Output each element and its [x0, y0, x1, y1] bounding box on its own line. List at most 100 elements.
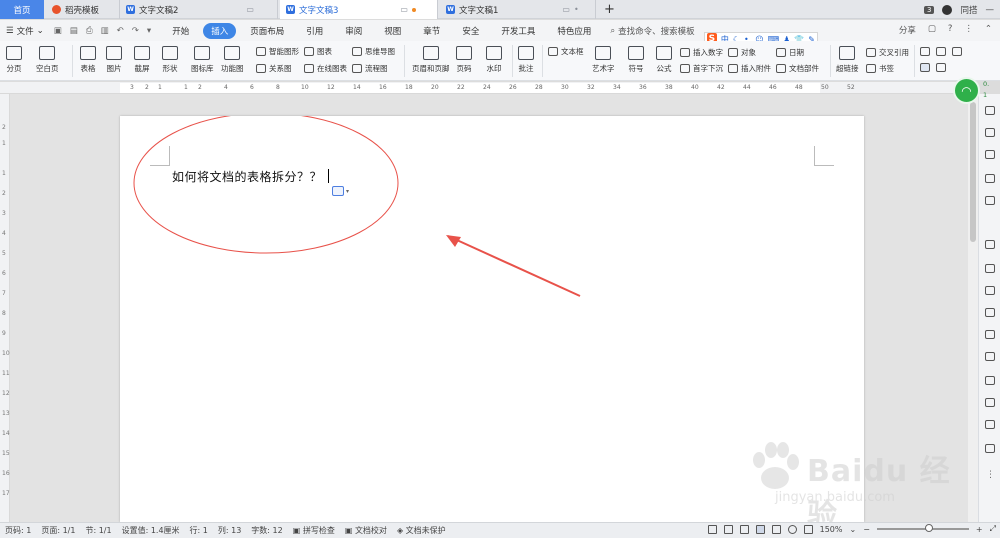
blank-page-button[interactable]: 空白页 [36, 46, 59, 74]
bar-chart-icon[interactable] [985, 240, 995, 249]
undo-icon[interactable]: ↶ [117, 26, 124, 36]
vertical-ruler[interactable]: 2 1 1 2 3 4 5 6 7 8 9 10 11 12 13 14 15 … [0, 94, 10, 522]
formula-button[interactable]: 公式 [656, 46, 672, 74]
icon-library-button[interactable]: 图标库 [191, 46, 214, 74]
cursor-icon[interactable] [985, 128, 995, 137]
view-mode-icon[interactable] [936, 47, 946, 56]
slides-icon[interactable] [985, 264, 995, 273]
crossref-button[interactable]: 交叉引用 [866, 47, 909, 58]
print-icon[interactable]: ⎙ [86, 26, 93, 36]
textbox-button[interactable]: 文本框 [548, 46, 584, 57]
scrollbar-thumb[interactable] [970, 102, 976, 242]
help-icon[interactable] [985, 444, 995, 453]
menu-tab-chapter[interactable]: 章节 [415, 23, 448, 39]
doc-parts-button[interactable]: 文档部件 [776, 63, 819, 74]
menu-tab-home[interactable]: 开始 [164, 23, 197, 39]
web-view-icon[interactable] [787, 524, 797, 534]
online-chart-button[interactable]: 在线图表 [304, 63, 347, 74]
write-view-icon[interactable] [803, 524, 813, 534]
outline-view-icon[interactable] [723, 524, 733, 534]
tab-docer[interactable]: 稻壳模板 [46, 0, 120, 19]
menu-tab-developer[interactable]: 开发工具 [493, 23, 543, 39]
status-section[interactable]: 节: 1/1 [80, 525, 116, 536]
dropcap-button[interactable]: 首字下沉 [680, 63, 723, 74]
user-name[interactable]: 同搭 [960, 4, 977, 16]
tab-doc2[interactable]: W 文字文稿2 ▭ [120, 0, 278, 19]
insert-number-button[interactable]: 插入数字 [680, 47, 723, 58]
menu-tab-review[interactable]: 审阅 [337, 23, 370, 39]
flowchart-button[interactable]: 流程图 [352, 63, 388, 74]
status-column[interactable]: 列: 13 [213, 525, 246, 536]
page-view-icon[interactable] [755, 524, 765, 534]
zoom-slider[interactable] [876, 524, 969, 532]
menu-tab-security[interactable]: 安全 [454, 23, 487, 39]
new-tab-button[interactable]: + [598, 0, 621, 19]
table-button[interactable]: 表格 [80, 46, 96, 74]
shapes-icon[interactable] [985, 150, 995, 159]
vertical-scrollbar[interactable] [968, 94, 978, 522]
save-icon[interactable]: ▣ [54, 26, 62, 36]
screenshot-button[interactable]: 截屏 [134, 46, 150, 74]
menu-tab-page-layout[interactable]: 页面布局 [242, 23, 292, 39]
menu-tab-insert[interactable]: 插入 [203, 22, 237, 39]
object-button[interactable]: 对象 [728, 47, 756, 58]
view-mode-icon[interactable] [920, 47, 930, 56]
comment-icon[interactable]: ▢ [928, 24, 936, 36]
help-button[interactable]: ? [948, 24, 953, 36]
tab-doc3[interactable]: W 文字文稿3 ▭ [280, 0, 438, 19]
smart-shape-button[interactable]: 智能图形 [256, 46, 299, 57]
proofread-button[interactable]: ▣ 文档校对 [340, 525, 392, 536]
share-icon[interactable] [985, 308, 995, 317]
header-footer-button[interactable]: 页眉和页脚 [412, 46, 450, 74]
status-word-count[interactable]: 字数: 12 [246, 525, 287, 536]
status-page-number[interactable]: 页码: 1 [0, 525, 36, 536]
tab-home[interactable]: 首页 [0, 0, 44, 19]
status-row[interactable]: 行: 1 [185, 525, 213, 536]
symbol-button[interactable]: 符号 [628, 46, 644, 74]
status-position[interactable]: 设置值: 1.4厘米 [117, 525, 185, 536]
avatar[interactable] [942, 4, 953, 15]
picture-button[interactable]: 图片 [106, 46, 122, 74]
network-speed-widget[interactable]: ◠ [953, 77, 980, 104]
close-dot-icon[interactable]: • [574, 5, 579, 14]
zoom-slider-knob[interactable] [924, 524, 933, 532]
customize-icon[interactable]: ▾ [147, 26, 151, 36]
comment-button[interactable]: 批注 [518, 46, 534, 74]
link-icon[interactable] [985, 330, 995, 339]
attachment-button[interactable]: 插入附件 [728, 63, 771, 74]
pen-icon[interactable] [985, 106, 995, 115]
chevron-down-icon[interactable]: ⌄ [849, 525, 856, 534]
history-icon[interactable] [985, 420, 995, 429]
fullscreen-icon[interactable] [707, 524, 717, 534]
menu-tab-view[interactable]: 视图 [376, 23, 409, 39]
tab-doc1[interactable]: W 文字文稿1 ▭ • [440, 0, 596, 19]
protect-button[interactable]: ◈ 文档未保护 [392, 525, 451, 536]
image-icon[interactable] [985, 286, 995, 295]
minimize-icon[interactable]: — [986, 5, 995, 15]
share-button[interactable]: 分享 [899, 24, 916, 36]
menu-tab-references[interactable]: 引用 [298, 23, 331, 39]
mind-map-button[interactable]: 思维导图 [352, 46, 395, 57]
relation-map-button[interactable]: 关系图 [256, 63, 292, 74]
zoom-level[interactable]: 150% [820, 525, 843, 534]
chart-button[interactable]: 图表 [304, 46, 332, 57]
hyperlink-button[interactable]: 超链接 [836, 46, 859, 74]
function-chart-button[interactable]: 功能图 [221, 46, 244, 74]
more-icon[interactable]: ⋮ [986, 470, 995, 480]
view-mode-icon[interactable] [936, 63, 946, 72]
location-icon[interactable] [985, 398, 995, 407]
table-icon[interactable] [985, 196, 995, 205]
view-mode-icon[interactable] [952, 47, 962, 56]
more-icon[interactable]: ⋮ [964, 24, 973, 36]
horizontal-ruler[interactable]: 3 2 1 1 2 4 6 8 10 12 14 16 18 20 22 24 … [0, 82, 968, 94]
zoom-in-button[interactable]: + [976, 525, 983, 534]
styles-icon[interactable] [985, 174, 995, 183]
print-preview-icon[interactable]: ▥ [101, 26, 109, 36]
watermark-button[interactable]: 水印 [486, 46, 502, 74]
export-pdf-icon[interactable]: ▤ [70, 26, 78, 36]
picture-icon[interactable] [985, 376, 995, 385]
page-number-button[interactable]: 页码 [456, 46, 472, 74]
view-mode-icon[interactable] [920, 63, 930, 72]
menu-tab-special[interactable]: 特色应用 [549, 23, 599, 39]
eye-protect-icon[interactable] [739, 524, 749, 534]
